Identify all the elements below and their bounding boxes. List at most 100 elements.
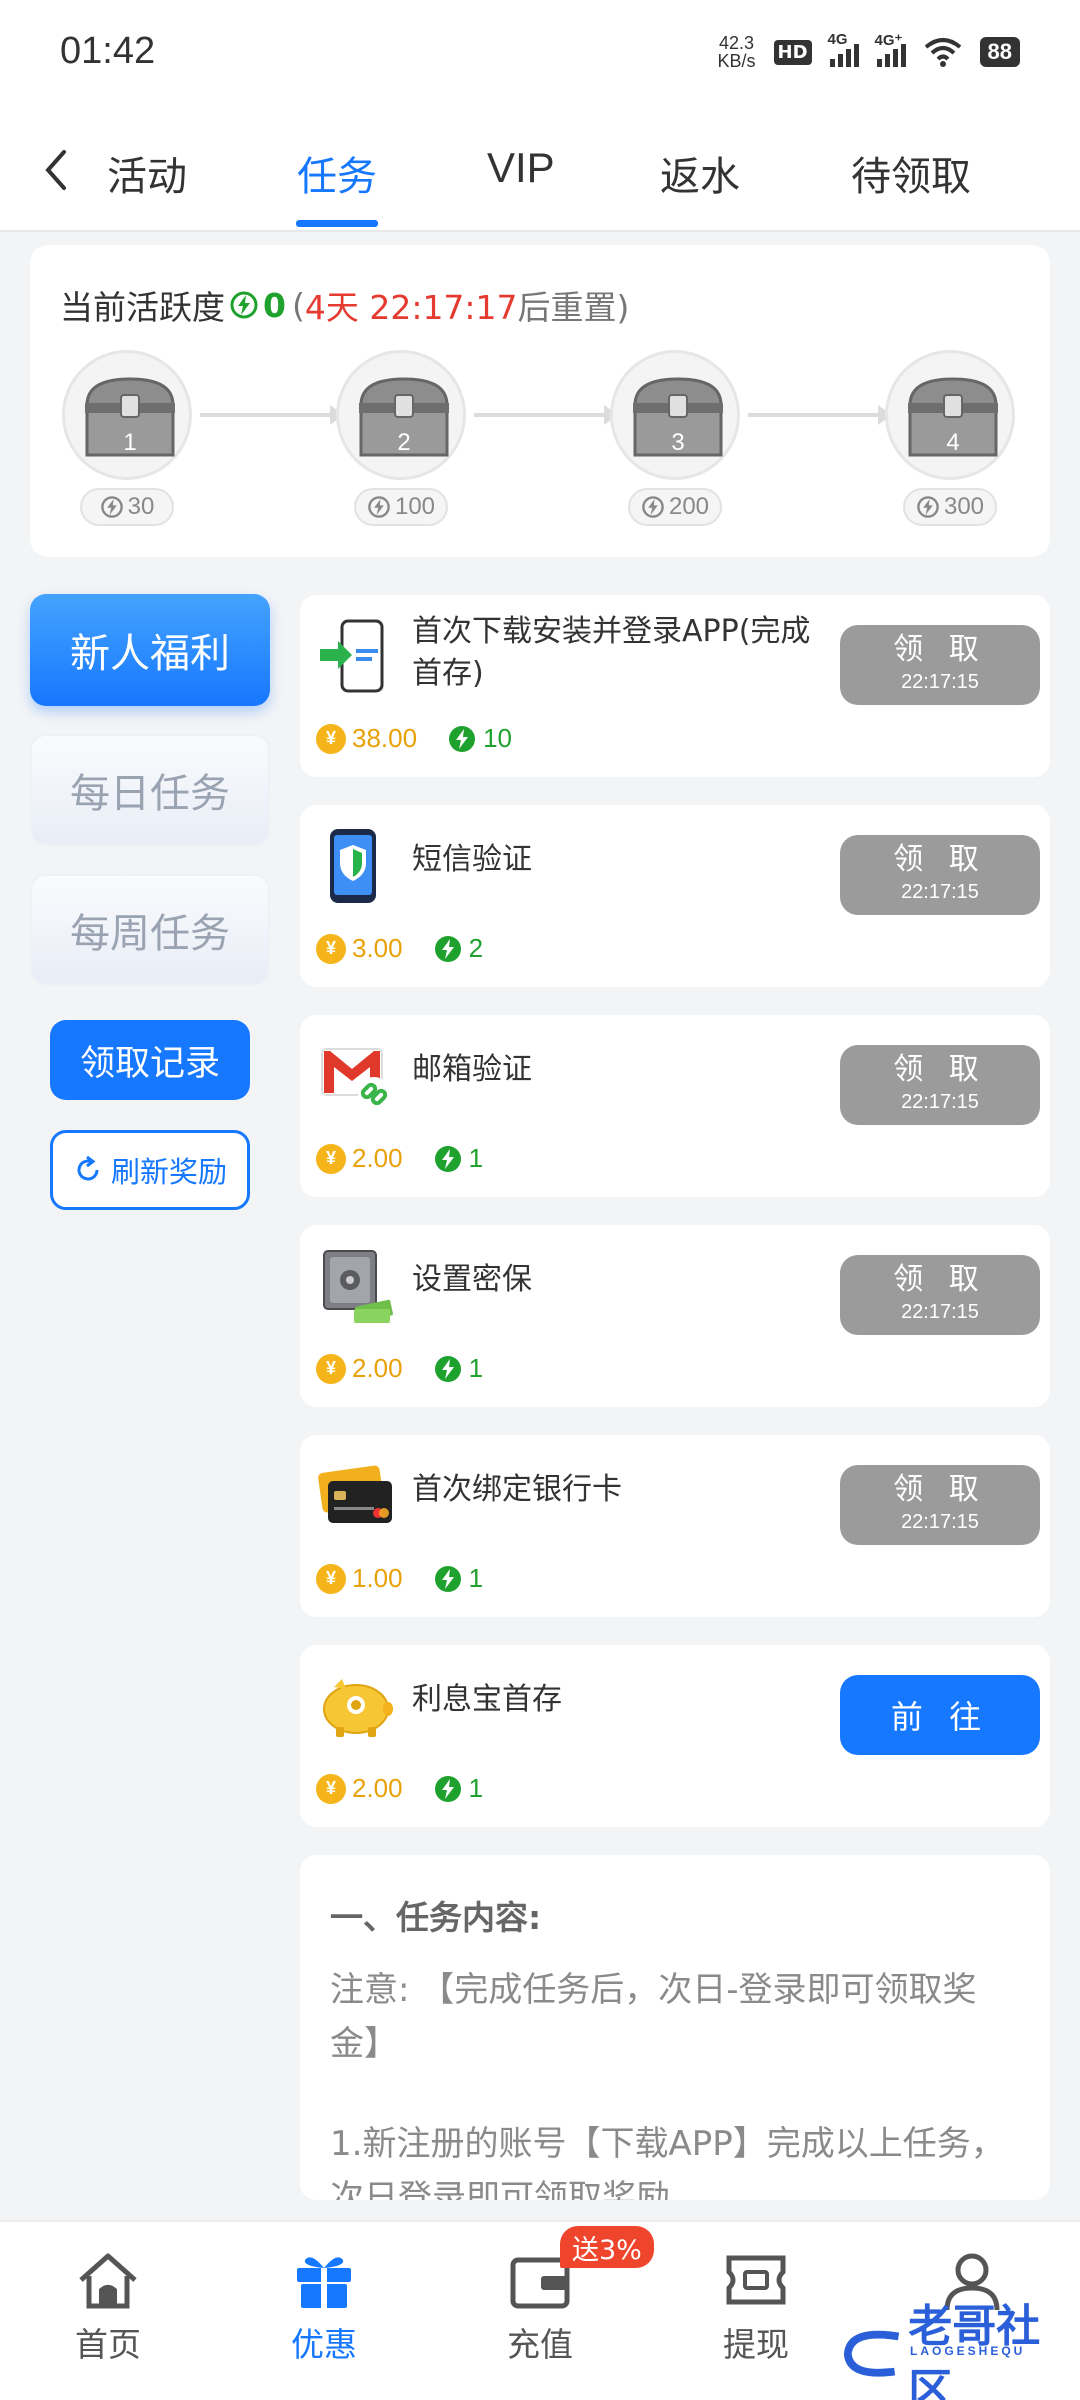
- energy-reward: 10: [483, 723, 512, 753]
- energy-bolt-icon: [434, 1775, 461, 1802]
- menu-newcomer-benefits[interactable]: 新人福利: [30, 594, 270, 706]
- speed-unit: KB/s: [717, 51, 756, 71]
- back-arrow-icon[interactable]: [36, 140, 76, 200]
- nav-promotions[interactable]: 优惠: [234, 2250, 414, 2366]
- withdraw-icon: [726, 2255, 786, 2305]
- activity-title: 当前活跃度 0 ( 4天 22:17:17 后重置): [60, 281, 629, 329]
- chest-points-2: 100: [354, 488, 448, 526]
- wifi-icon: [924, 38, 961, 67]
- claim-timer: 22:17:15: [901, 1091, 979, 1113]
- coin-reward: 38.00: [352, 723, 418, 753]
- task-title: 短信验证: [412, 842, 532, 877]
- gift-icon: [297, 2257, 351, 2308]
- chest-number: 2: [397, 429, 411, 456]
- claim-timer: 22:17:15: [901, 1511, 979, 1533]
- energy-bolt-icon: [230, 291, 258, 319]
- energy-bolt-icon: [434, 935, 461, 962]
- network-speed: 42.3 KB/s: [717, 34, 755, 70]
- chest-number: 4: [946, 429, 960, 456]
- task-rewards: ¥ 38.00 10: [316, 723, 512, 754]
- coin-icon: ¥: [316, 1143, 346, 1174]
- energy-reward: 1: [468, 1353, 484, 1383]
- claim-timer: 22:17:15: [901, 1301, 979, 1323]
- claim-button[interactable]: 领 取 22:17:15: [840, 625, 1040, 705]
- activity-value: 0: [263, 285, 286, 325]
- activity-reset-suffix: 后重置): [517, 288, 630, 327]
- claim-timer: 22:17:15: [901, 881, 979, 903]
- rules-item-1: 1.新注册的账号【下载APP】完成以上任务，次日登录即可领取奖励: [330, 2124, 1005, 2200]
- tab-activity[interactable]: 活动: [107, 144, 187, 202]
- rules-heading: 一、任务内容:: [330, 1898, 542, 1937]
- chest-number: 3: [671, 429, 685, 456]
- task-title: 首次下载安装并登录APP(完成首存): [412, 614, 811, 691]
- claim-button[interactable]: 领 取 22:17:15: [840, 1255, 1040, 1335]
- signal-icon-2: 4G⁺: [875, 32, 906, 67]
- points-value: 200: [668, 493, 710, 520]
- coin-icon: ¥: [316, 1353, 346, 1384]
- claim-label: 领 取: [893, 1052, 987, 1087]
- progress-arrow: [200, 405, 344, 425]
- tab-rebate[interactable]: 返水: [660, 144, 740, 202]
- coin-reward: 2.00: [352, 1143, 403, 1173]
- energy-bolt-icon: [917, 496, 939, 518]
- treasure-chest-3[interactable]: 3: [610, 350, 740, 480]
- claim-label: 领 取: [893, 1472, 987, 1507]
- status-bar: 01:42 42.3 KB/s HD 4G 4G⁺ 88: [0, 0, 1080, 110]
- treasure-chest-1[interactable]: 1: [62, 350, 192, 480]
- energy-bolt-icon: [642, 496, 664, 518]
- rules-note: 注意: 【完成任务后，次日-登录即可领取奖金】: [330, 1970, 977, 2064]
- progress-arrow: [474, 405, 618, 425]
- task-rewards: ¥ 1.00 1: [316, 1563, 483, 1594]
- claim-button[interactable]: 领 取 22:17:15: [840, 1465, 1040, 1545]
- claim-label: 领 取: [893, 1262, 987, 1297]
- status-time: 01:42: [60, 30, 156, 72]
- task-rules-panel: 一、任务内容: 注意: 【完成任务后，次日-登录即可领取奖金】 1.新注册的账号…: [300, 1855, 1050, 2200]
- claim-button[interactable]: 领 取 22:17:15: [840, 1045, 1040, 1125]
- battery-icon: 88: [979, 37, 1020, 67]
- activity-label: 当前活跃度: [60, 288, 225, 327]
- coin-reward: 1.00: [352, 1563, 403, 1593]
- tab-tasks[interactable]: 任务: [297, 144, 377, 202]
- coin-reward: 3.00: [352, 933, 403, 963]
- claim-button[interactable]: 领 取 22:17:15: [840, 835, 1040, 915]
- claim-record-button[interactable]: 领取记录: [50, 1020, 250, 1100]
- sms-shield-icon: [330, 829, 376, 903]
- watermark-subtext: LAOGESHEQU: [910, 2344, 1026, 2358]
- task-rewards: ¥ 3.00 2: [316, 933, 483, 964]
- treasure-chest-2[interactable]: 2: [336, 350, 466, 480]
- tab-vip[interactable]: VIP: [487, 144, 555, 192]
- active-tab-indicator: [296, 220, 378, 227]
- go-button[interactable]: 前 往: [840, 1675, 1040, 1755]
- task-rewards: ¥ 2.00 1: [316, 1353, 483, 1384]
- task-title: 设置密保: [412, 1262, 532, 1297]
- coin-icon: ¥: [316, 723, 346, 754]
- nav-home[interactable]: 首页: [18, 2250, 198, 2366]
- signal-icon: 4G: [828, 31, 859, 67]
- refresh-rewards-button[interactable]: 刷新奖励: [50, 1130, 250, 1210]
- nav-withdraw[interactable]: 提现: [666, 2250, 846, 2366]
- chest-number: 1: [123, 429, 137, 456]
- treasure-chest-4[interactable]: 4: [885, 350, 1015, 480]
- task-card-download-app: 首次下载安装并登录APP(完成首存) ¥ 38.00 10 领 取 22:17:…: [300, 595, 1050, 777]
- activity-countdown: 4天 22:17:17: [304, 288, 518, 327]
- task-rewards: ¥ 2.00 1: [316, 1773, 483, 1804]
- task-card-interest-deposit: 利息宝首存 ¥ 2.00 1 前 往: [300, 1645, 1050, 1827]
- task-title: 利息宝首存: [412, 1682, 562, 1717]
- signal-label-2: 4G⁺: [874, 32, 903, 49]
- energy-reward: 1: [468, 1143, 484, 1173]
- energy-reward: 1: [468, 1773, 484, 1803]
- points-value: 30: [127, 493, 155, 520]
- task-card-security-question: 设置密保 ¥ 2.00 1 领 取 22:17:15: [300, 1225, 1050, 1407]
- coin-reward: 2.00: [352, 1773, 403, 1803]
- menu-weekly-tasks[interactable]: 每周任务: [30, 874, 270, 986]
- energy-bolt-icon: [434, 1355, 461, 1382]
- nav-label: 首页: [75, 2325, 141, 2364]
- progress-arrow: [748, 405, 892, 425]
- chest-points-4: 300: [903, 488, 997, 526]
- energy-bolt-icon: [434, 1565, 461, 1592]
- coin-icon: ¥: [316, 933, 346, 964]
- energy-bolt-icon: [100, 496, 123, 518]
- tab-pending[interactable]: 待领取: [851, 144, 971, 202]
- energy-bolt-icon: [368, 496, 390, 518]
- menu-daily-tasks[interactable]: 每日任务: [30, 734, 270, 846]
